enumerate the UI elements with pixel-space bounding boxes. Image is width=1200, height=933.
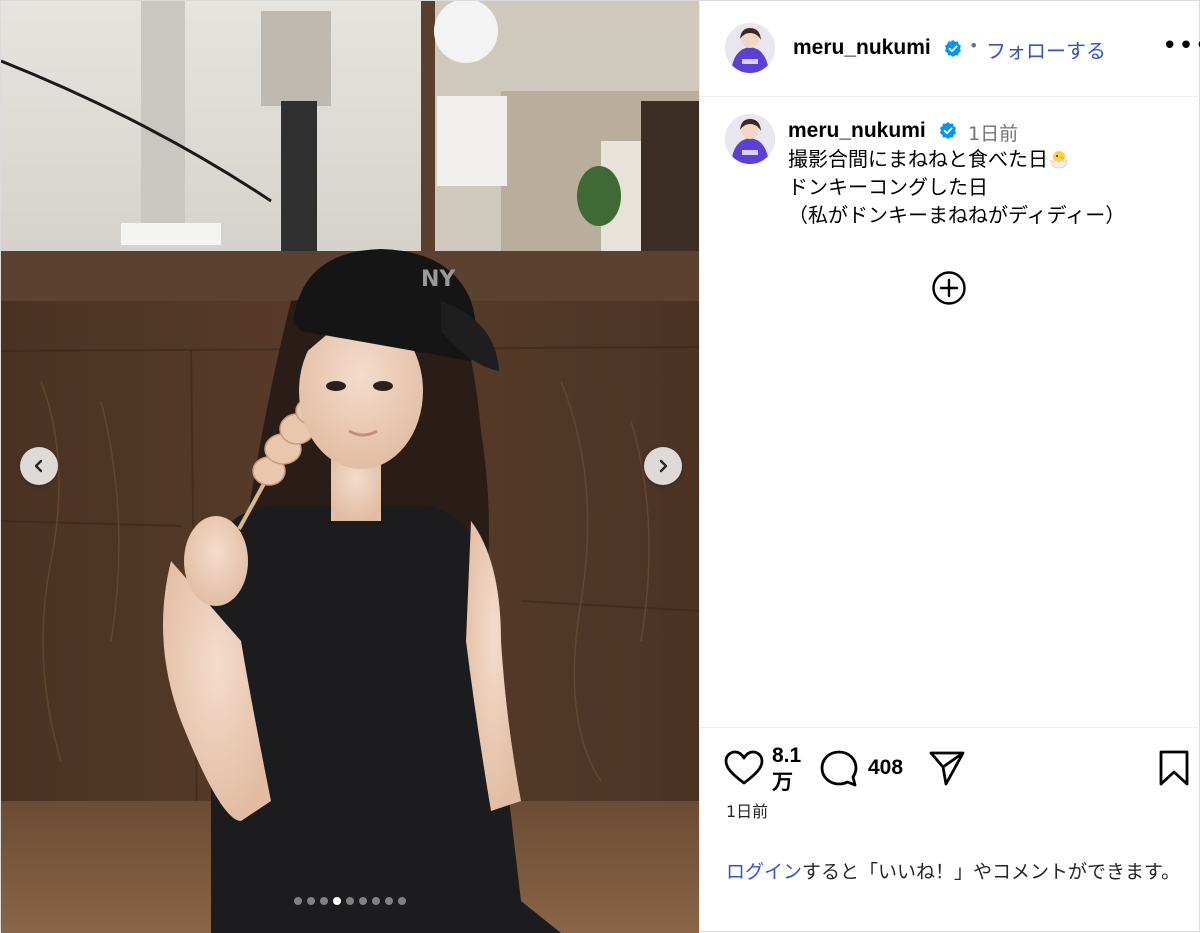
chevron-right-icon [659,459,668,473]
caption-line: 撮影合間にまねねと食べた日 [788,145,1125,173]
follow-button[interactable]: フォローする [986,35,1106,64]
bookmark-icon[interactable] [1158,750,1190,786]
hatching-chick-icon [1050,151,1068,169]
carousel-dot [385,897,393,905]
post-side-panel: meru_nukumi • フォローする ••• meru_nukumi [699,1,1200,933]
caption-avatar[interactable] [725,114,775,164]
carousel-dot [320,897,328,905]
carousel-dot [359,897,367,905]
comment-count[interactable]: 408 [868,756,903,780]
avatar-image [725,23,775,73]
carousel-next-button[interactable] [644,447,682,485]
carousel-dot [294,897,302,905]
like-count[interactable]: 8.1万 [772,742,806,796]
caption-line-text: 撮影合間にまねねと食べた日 [788,147,1048,171]
avatar-image [725,114,775,164]
carousel-dot [372,897,380,905]
carousel-dot [398,897,406,905]
avatar[interactable] [725,23,775,73]
chevron-left-icon [34,459,43,473]
login-prompt: ログインすると「いいね！」やコメントができます。 [726,858,1186,886]
post-actions: 8.1万 408 1日前 ログインすると「いいね！」やコメントができます。 [700,727,1200,933]
post-caption: meru_nukumi 1日前 撮影合間にまねねと食べた日 ドンキーコングした日… [700,98,1200,726]
verified-badge-icon [940,122,956,139]
share-icon[interactable] [928,750,966,786]
caption-username[interactable]: meru_nukumi [788,119,926,143]
heart-icon[interactable] [724,750,764,786]
post-photo: NY [1,1,699,933]
caption-line: ドンキーコングした日 [788,175,988,199]
carousel-prev-button[interactable] [20,447,58,485]
carousel-dot [307,897,315,905]
carousel-dot-active [333,897,341,905]
svg-text:NY: NY [421,267,456,292]
comment-icon[interactable] [820,750,858,788]
verified-badge-icon [945,40,961,57]
post-media[interactable]: NY [1,1,699,933]
load-more-comments-button[interactable] [931,270,967,306]
carousel-indicator [1,897,699,905]
login-prompt-text: すると「いいね！」やコメントができます。 [802,861,1181,883]
instagram-post: NY meru_nukumi • フォローする •• meru_nukumi 1… [0,0,1200,933]
post-header: meru_nukumi • フォローする ••• [700,1,1200,97]
login-link[interactable]: ログイン [726,861,802,883]
post-timestamp[interactable]: 1日前 [726,798,768,822]
caption-text: 撮影合間にまねねと食べた日 ドンキーコングした日 （私がドンキーまねねがディディ… [788,145,1125,229]
caption-line: （私がドンキーまねねがディディー） [788,203,1126,227]
header-username[interactable]: meru_nukumi [793,36,931,60]
carousel-dot [346,897,354,905]
caption-timestamp[interactable]: 1日前 [968,119,1018,146]
more-options-button[interactable]: ••• [1162,31,1200,61]
header-separator: • [969,36,979,55]
